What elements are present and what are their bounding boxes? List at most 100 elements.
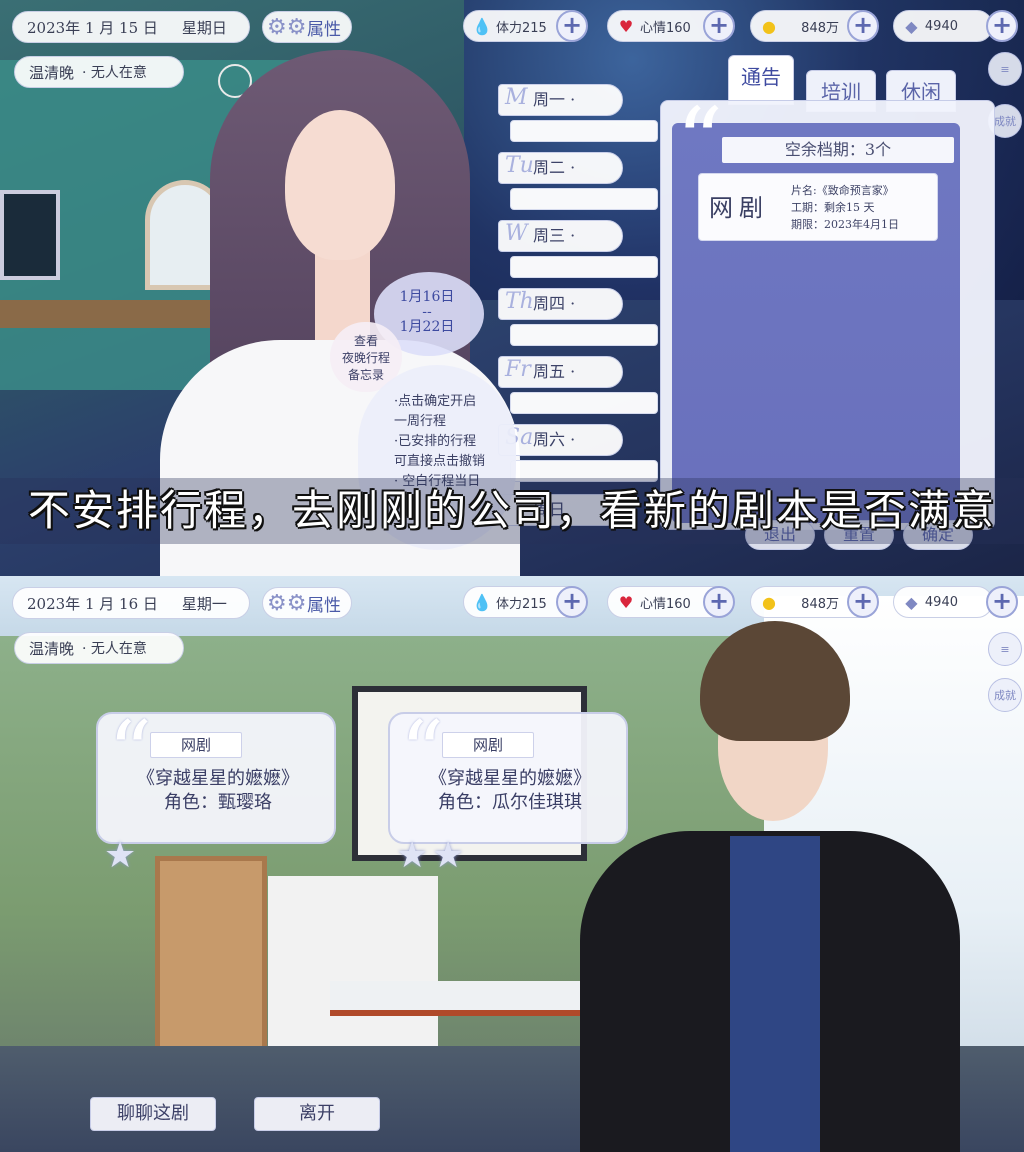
slot-thursday[interactable] xyxy=(510,324,658,346)
gear-icon: ⚙⚙ xyxy=(267,15,307,40)
achievement-button[interactable]: 成就 xyxy=(988,678,1022,712)
slot-wednesday[interactable] xyxy=(510,256,658,278)
slot-friday[interactable] xyxy=(510,392,658,414)
date-range: 1月16日 -- 1月22日 xyxy=(392,290,462,335)
add-stamina-button[interactable]: + xyxy=(556,10,588,42)
diamond-value: 4940 xyxy=(924,594,958,610)
card-tag: 网剧 xyxy=(150,732,242,758)
weekday-text: 星期一 xyxy=(181,594,227,613)
player-name: 温清晚 xyxy=(29,639,75,658)
coin-icon: ● xyxy=(762,592,776,612)
character-hair xyxy=(700,621,850,741)
day-monday[interactable]: M 周一 · xyxy=(498,84,623,116)
day-script: M xyxy=(505,85,528,110)
range-from: 1月16日 xyxy=(399,289,455,305)
heart-icon: ♥ xyxy=(618,16,634,36)
date-text: 2023年 1 月 15 日 xyxy=(27,18,158,37)
desk-monitor xyxy=(0,190,60,280)
tip-line: 可直接点击撤销 xyxy=(394,454,486,469)
attributes-button[interactable]: ⚙⚙ 属性 xyxy=(262,11,352,43)
diamond-value: 4940 xyxy=(924,18,958,34)
job-card[interactable]: 网剧 片名:《致命预言家》 工期：剩余15 天 期限：2023年4月1日 xyxy=(698,173,938,241)
slot-tuesday[interactable] xyxy=(510,188,658,210)
day-script: Fr xyxy=(505,357,531,382)
memo-line: 查看 xyxy=(353,334,378,348)
day-saturday[interactable]: Sa 周六 · xyxy=(498,424,623,456)
player-name-badge: 温清晚 · 无人在意 xyxy=(14,56,184,88)
water-drop-icon: 💧 xyxy=(472,16,492,36)
menu-button[interactable]: ≡ xyxy=(988,632,1022,666)
star-icon: ★ xyxy=(432,835,465,876)
job-title: 片名:《致命预言家》 xyxy=(791,184,894,197)
day-label: 周二 · xyxy=(533,158,576,177)
attributes-label: 属性 xyxy=(307,19,341,40)
add-diamond-button[interactable]: + xyxy=(986,10,1018,42)
tips-text: ·点击确定开启 一周行程 ·已安排的行程 可直接点击撤销 · 空白行程当日 xyxy=(394,392,514,492)
tip-line: ·点击确定开启 xyxy=(394,394,477,409)
day-label: 周四 · xyxy=(533,294,576,313)
mood-value: 心情160 xyxy=(640,596,691,612)
diamond-stat: ◆ 4940 xyxy=(893,10,993,42)
diamond-icon: ◆ xyxy=(905,16,918,36)
stamina-value: 体力215 xyxy=(496,596,547,612)
discuss-script-button[interactable]: 聊聊这剧 xyxy=(90,1097,216,1131)
character-shirt-collar xyxy=(730,836,820,1152)
script-card-2[interactable]: “ 网剧 《穿越星星的嬷嬷》 角色：瓜尔佳琪琪 xyxy=(388,710,628,844)
vacancy-count: 空余档期：3个 xyxy=(722,137,954,163)
diamond-stat: ◆ 4940 xyxy=(893,586,993,618)
player-name: 温清晚 xyxy=(29,63,75,82)
attributes-button[interactable]: ⚙⚙ 属性 xyxy=(262,587,352,619)
character-face xyxy=(285,110,395,260)
range-separator: -- xyxy=(422,304,432,320)
player-name-badge: 温清晚 · 无人在意 xyxy=(14,632,184,664)
weekday-text: 星期日 xyxy=(181,18,227,37)
job-details: 片名:《致命预言家》 工期：剩余15 天 期限：2023年4月1日 xyxy=(791,182,899,233)
add-mood-button[interactable]: + xyxy=(703,10,735,42)
memo-line: 夜晚行程 xyxy=(341,351,390,365)
menu-button[interactable]: ≡ xyxy=(988,52,1022,86)
tip-line: 一周行程 xyxy=(394,414,447,429)
date-text: 2023年 1 月 16 日 xyxy=(27,594,158,613)
day-label: 周一 · xyxy=(533,90,576,109)
male-character xyxy=(560,621,960,1152)
day-script: W xyxy=(505,221,528,246)
day-label: 周五 · xyxy=(533,362,576,381)
water-drop-icon: 💧 xyxy=(472,592,492,612)
add-money-button[interactable]: + xyxy=(847,10,879,42)
heart-icon: ♥ xyxy=(618,592,634,612)
stamina-value: 体力215 xyxy=(496,20,547,36)
card-tag: 网剧 xyxy=(442,732,534,758)
script-card-1[interactable]: “ 网剧 《穿越星星的嬷嬷》 角色：甄璎珞 xyxy=(96,710,336,844)
add-mood-button[interactable]: + xyxy=(703,586,735,618)
day-script: Tu xyxy=(505,153,534,178)
office-screen: 2023年 1 月 16 日 星期一 ⚙⚙ 属性 温清晚 · 无人在意 💧 体力… xyxy=(0,576,1024,1152)
schedule-screen: 2023年 1 月 15 日 星期日 ⚙⚙ 属性 温清晚 · 无人在意 💧 体力… xyxy=(0,0,1024,576)
add-diamond-button[interactable]: + xyxy=(986,586,1018,618)
day-script: Th xyxy=(505,289,534,314)
day-label: 周六 · xyxy=(533,430,576,449)
tip-line: ·已安排的行程 xyxy=(394,434,477,449)
star-icon: ★ xyxy=(104,835,137,876)
day-thursday[interactable]: Th 周四 · xyxy=(498,288,623,320)
card-role: 角色：甄璎珞 xyxy=(164,792,272,813)
date-display: 2023年 1 月 15 日 星期日 xyxy=(12,11,250,43)
add-money-button[interactable]: + xyxy=(847,586,879,618)
leave-button[interactable]: 离开 xyxy=(254,1097,380,1131)
bookshelf xyxy=(155,856,267,1071)
file-shelf xyxy=(268,876,438,1066)
add-stamina-button[interactable]: + xyxy=(556,586,588,618)
player-status: · 无人在意 xyxy=(82,641,147,657)
day-friday[interactable]: Fr 周五 · xyxy=(498,356,623,388)
card-title: 《穿越星星的嬷嬷》 xyxy=(429,768,591,789)
slot-monday[interactable] xyxy=(510,120,658,142)
day-wednesday[interactable]: W 周三 · xyxy=(498,220,623,252)
day-tuesday[interactable]: Tu 周二 · xyxy=(498,152,623,184)
tab-notice[interactable]: 通告 xyxy=(728,55,794,105)
caption-subtitle: 不安排行程，去刚刚的公司，看新的剧本是否满意 xyxy=(0,478,1024,544)
gear-icon: ⚙⚙ xyxy=(267,591,307,616)
job-type: 网剧 xyxy=(709,194,769,222)
range-to: 1月22日 xyxy=(399,319,455,335)
star-icon: ★ xyxy=(396,835,429,876)
card-title: 《穿越星星的嬷嬷》 xyxy=(137,768,299,789)
night-memo-text: 查看 夜晚行程 备忘录 xyxy=(330,333,402,384)
